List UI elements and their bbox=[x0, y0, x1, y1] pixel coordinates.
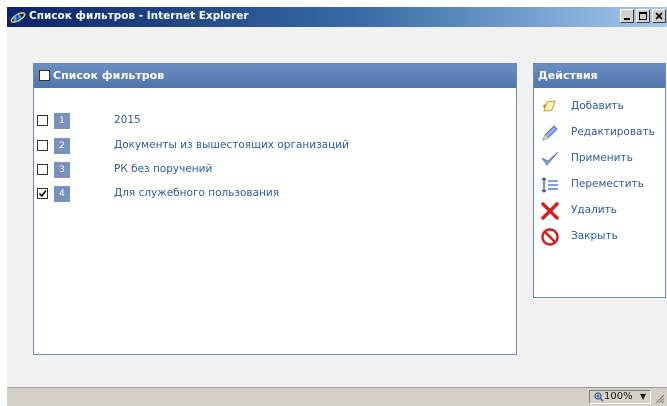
edit-label: Редактировать bbox=[571, 126, 655, 138]
actions-panel-title: Действия bbox=[534, 64, 665, 88]
chevron-down-icon: ▼ bbox=[640, 392, 647, 401]
filter-checkbox[interactable] bbox=[37, 140, 48, 151]
zoom-control[interactable]: 100% ▼ bbox=[589, 390, 651, 404]
zoom-icon bbox=[594, 392, 604, 402]
delete-label: Удалить bbox=[571, 204, 617, 216]
internet-explorer-icon: e bbox=[10, 10, 26, 25]
select-all-checkbox[interactable] bbox=[39, 70, 50, 81]
move-label: Переместить bbox=[571, 178, 644, 190]
svg-text:e: e bbox=[13, 10, 22, 25]
apply-button[interactable]: Применить bbox=[540, 148, 664, 170]
checkmark-icon bbox=[541, 151, 559, 166]
page-content: Список фильтров 1 2015 2 Документы из вы… bbox=[7, 27, 667, 387]
filter-checkbox[interactable] bbox=[37, 115, 48, 126]
filter-label[interactable]: РК без поручений bbox=[114, 163, 212, 175]
filters-panel-title: Список фильтров bbox=[53, 69, 165, 82]
edit-button[interactable]: Редактировать bbox=[540, 122, 664, 144]
maximize-button[interactable] bbox=[636, 9, 650, 23]
pencil-icon bbox=[542, 125, 558, 141]
move-button[interactable]: Переместить bbox=[540, 174, 664, 196]
filter-checkbox[interactable] bbox=[37, 188, 48, 199]
close-icon bbox=[655, 12, 663, 20]
add-label: Добавить bbox=[571, 100, 624, 112]
zoom-value: 100% bbox=[604, 391, 633, 402]
filter-checkbox[interactable] bbox=[37, 164, 48, 175]
minimize-button[interactable] bbox=[620, 9, 634, 23]
filters-panel: Список фильтров 1 2015 2 Документы из вы… bbox=[33, 63, 517, 355]
filter-number: 4 bbox=[54, 186, 70, 202]
filter-label[interactable]: Документы из вышестоящих организаций bbox=[114, 139, 349, 151]
filter-row[interactable]: 4 Для служебного пользования bbox=[37, 186, 497, 202]
minimize-icon bbox=[624, 18, 630, 20]
resize-grip-icon[interactable] bbox=[653, 392, 665, 404]
actions-panel: Действия Добавить Редактировать Применит… bbox=[533, 63, 666, 298]
window-frame bbox=[0, 0, 7, 406]
checkmark-icon bbox=[38, 190, 47, 198]
apply-label: Применить bbox=[571, 152, 633, 164]
close-panel-button[interactable]: Закрыть bbox=[540, 226, 664, 248]
filter-row[interactable]: 1 2015 bbox=[37, 113, 497, 129]
status-bar: 100% ▼ bbox=[7, 387, 667, 406]
filters-panel-header: Список фильтров bbox=[34, 64, 516, 88]
move-icon bbox=[541, 177, 558, 193]
delete-icon bbox=[541, 202, 559, 220]
filter-number: 2 bbox=[54, 138, 70, 154]
close-circle-icon bbox=[541, 228, 559, 246]
window-title: Список фильтров - Internet Explorer bbox=[29, 10, 249, 22]
add-icon bbox=[543, 100, 556, 112]
filter-label[interactable]: 2015 bbox=[114, 114, 141, 126]
maximize-icon bbox=[639, 12, 647, 20]
close-button[interactable] bbox=[652, 9, 666, 23]
add-button[interactable]: Добавить bbox=[540, 96, 664, 118]
filter-row[interactable]: 2 Документы из вышестоящих организаций bbox=[37, 138, 497, 154]
filter-row[interactable]: 3 РК без поручений bbox=[37, 162, 497, 178]
filter-label[interactable]: Для служебного пользования bbox=[114, 187, 279, 199]
close-label: Закрыть bbox=[571, 230, 618, 242]
filter-number: 1 bbox=[54, 113, 70, 129]
title-bar[interactable]: e Список фильтров - Internet Explorer bbox=[7, 7, 667, 27]
filter-number: 3 bbox=[54, 162, 70, 178]
delete-button[interactable]: Удалить bbox=[540, 200, 664, 222]
